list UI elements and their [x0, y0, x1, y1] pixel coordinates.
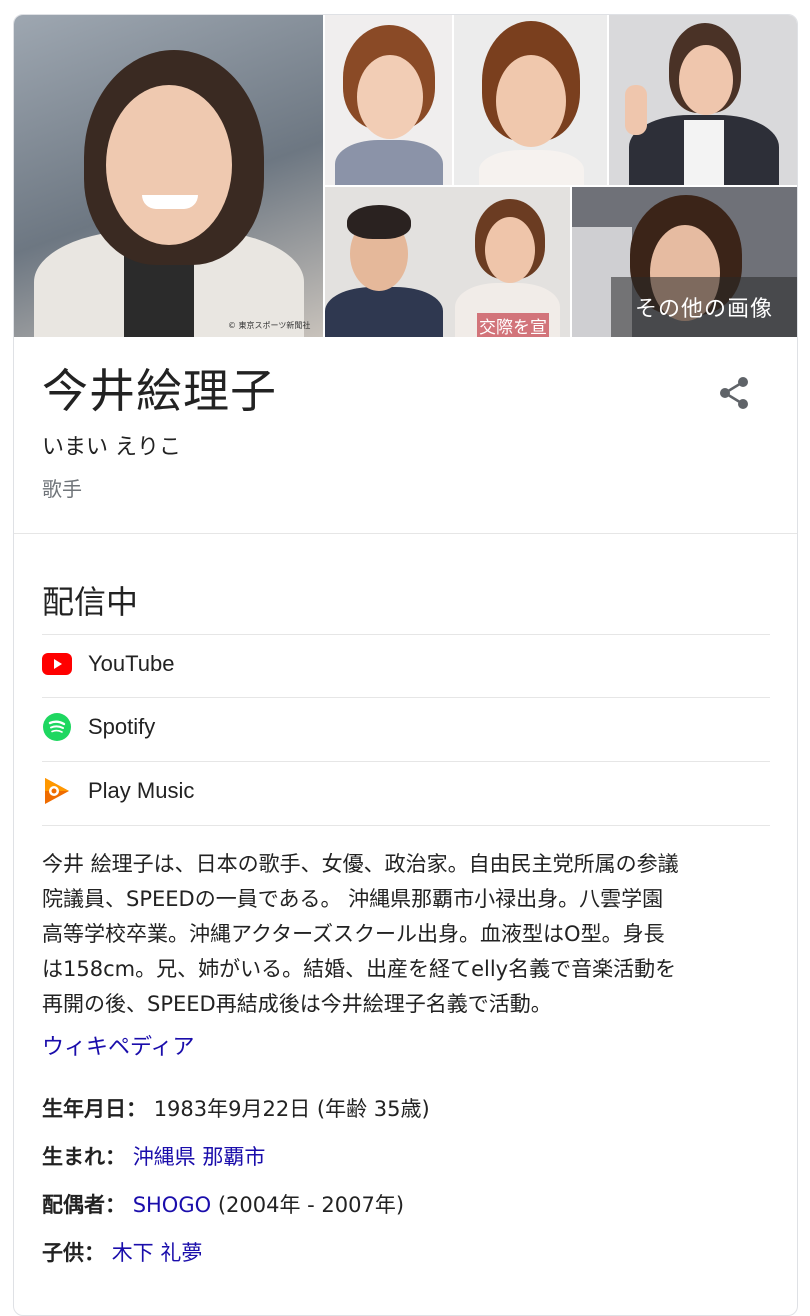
service-label: Play Music: [88, 778, 195, 803]
spouse-link[interactable]: SHOGO: [133, 1193, 211, 1217]
fact-child: 子供： 木下 礼夢: [42, 1237, 202, 1267]
service-label: YouTube: [88, 651, 175, 676]
fact-label: 生年月日：: [42, 1097, 147, 1121]
description-line: 再開の後、SPEED再結成後は今井絵理子名義で活動。: [42, 992, 552, 1016]
fact-label: 配偶者：: [42, 1193, 126, 1217]
birthplace-link[interactable]: 沖縄県 那覇市: [133, 1145, 266, 1169]
row-divider: [42, 825, 770, 826]
entity-subtitle: 歌手: [42, 477, 82, 501]
fact-label: 生まれ：: [42, 1145, 126, 1169]
photo-5[interactable]: 交際を宣: [325, 187, 570, 337]
entity-description: 今井 絵理子は、日本の歌手、女優、政治家。自由民主党所属の参議 院議員、SPEE…: [42, 847, 772, 1022]
spotify-icon: [42, 712, 72, 742]
photo-watermark: © 東京スポーツ新聞社: [228, 321, 311, 330]
more-images-button[interactable]: その他の画像: [611, 277, 797, 337]
spouse-years: (2004年 - 2007年): [211, 1193, 405, 1217]
photo-4[interactable]: [609, 15, 797, 185]
fact-value: 1983年9月22日 (年齢 35歳): [153, 1097, 430, 1121]
play-music-icon: [42, 776, 72, 806]
main-photo[interactable]: © 東京スポーツ新聞社: [14, 15, 323, 337]
youtube-icon: [42, 649, 72, 679]
fact-birth-date: 生年月日： 1983年9月22日 (年齢 35歳): [42, 1093, 430, 1123]
photo-3[interactable]: [454, 15, 607, 185]
share-icon[interactable]: [714, 373, 756, 415]
section-divider: [14, 533, 797, 534]
fact-birthplace: 生まれ： 沖縄県 那覇市: [42, 1141, 265, 1171]
photo-2[interactable]: [325, 15, 452, 185]
service-youtube[interactable]: YouTube: [42, 633, 770, 695]
description-line: は158cm。兄、姉がいる。結婚、出産を経てelly名義で音楽活動を: [42, 957, 677, 981]
knowledge-panel: © 東京スポーツ新聞社 交際を宣 その他の画像 今井絵理子 いまい えりこ 歌手…: [13, 14, 798, 1316]
fact-spouse: 配偶者： SHOGO (2004年 - 2007年): [42, 1189, 404, 1219]
service-label: Spotify: [88, 714, 156, 739]
streaming-heading: 配信中: [42, 583, 139, 621]
description-line: 院議員、SPEEDの一員である。 沖縄県那覇市小禄出身。八雲学園: [42, 887, 664, 911]
entity-title: 今井絵理子: [42, 364, 277, 418]
fact-label: 子供：: [42, 1241, 105, 1265]
wikipedia-link[interactable]: ウィキペディア: [42, 1029, 194, 1061]
description-line: 今井 絵理子は、日本の歌手、女優、政治家。自由民主党所属の参議: [42, 852, 679, 876]
service-play-music[interactable]: Play Music: [42, 760, 770, 822]
service-spotify[interactable]: Spotify: [42, 696, 770, 758]
image-collage: © 東京スポーツ新聞社 交際を宣 その他の画像: [14, 15, 797, 337]
description-line: 高等学校卒業。沖縄アクターズスクール出身。血液型はO型。身長: [42, 922, 665, 946]
photo-caption-overlay: 交際を宣: [477, 313, 549, 337]
child-link[interactable]: 木下 礼夢: [112, 1241, 203, 1265]
entity-reading: いまい えりこ: [42, 435, 181, 460]
